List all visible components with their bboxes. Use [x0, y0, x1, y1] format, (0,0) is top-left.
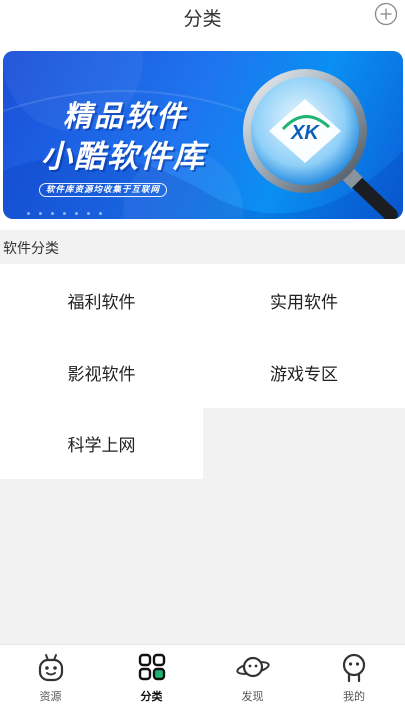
category-item[interactable]: 影视软件: [0, 336, 203, 408]
category-item[interactable]: 实用软件: [203, 264, 405, 336]
tab-label: 发现: [241, 690, 264, 703]
pagination-dot: [51, 212, 54, 215]
banner-area: 精品软件 小酷软件库 软件库资源均收集于互联网 XK: [0, 44, 405, 230]
user-icon: [342, 653, 366, 683]
pagination-dot: [39, 212, 42, 215]
pagination-dot: [27, 212, 30, 215]
banner-subheadline: 小酷软件库: [41, 139, 206, 175]
top-header: 分类: [0, 0, 405, 44]
banner-tagline: 软件库资源均收集于互联网: [39, 183, 168, 197]
banner-headline: 精品软件: [63, 99, 188, 133]
category-item[interactable]: 游戏专区: [203, 336, 405, 408]
category-label: 实用软件: [270, 292, 338, 313]
category-item[interactable]: 福利软件: [0, 264, 203, 336]
tab-label: 资源: [39, 690, 62, 703]
tab-label: 我的: [343, 690, 365, 703]
tab-discover[interactable]: 发现: [202, 645, 303, 707]
logo-text: XK: [290, 122, 320, 144]
planet-icon: [235, 656, 270, 678]
pagination-dot: [87, 212, 90, 215]
add-circle-icon[interactable]: [374, 2, 398, 26]
category-item[interactable]: 科学上网: [0, 407, 203, 479]
category-label: 福利软件: [67, 292, 136, 313]
category-grid: 福利软件 实用软件 影视软件 游戏专区 科学上网: [0, 264, 405, 479]
tab-label: 分类: [140, 690, 163, 703]
magnifier-logo-icon: XK: [243, 69, 398, 219]
section-title: 软件分类: [3, 241, 59, 257]
category-label: 科学上网: [67, 435, 136, 456]
tab-resources[interactable]: 资源: [0, 645, 101, 707]
tab-profile[interactable]: 我的: [303, 645, 405, 707]
category-label: 游戏专区: [270, 364, 338, 385]
pagination-dot: [99, 212, 102, 215]
grid-icon: [138, 653, 165, 681]
banner-pagination: [27, 212, 102, 216]
resource-face-icon: [38, 654, 63, 682]
promo-banner[interactable]: 精品软件 小酷软件库 软件库资源均收集于互联网 XK: [3, 51, 403, 219]
pagination-dot: [75, 212, 78, 215]
tab-categories[interactable]: 分类: [101, 645, 202, 707]
pagination-dot: [63, 212, 66, 215]
bottom-tab-bar: 资源 分类 发现 我的: [0, 644, 405, 707]
page-title: 分类: [183, 8, 222, 30]
category-label: 影视软件: [67, 364, 136, 385]
